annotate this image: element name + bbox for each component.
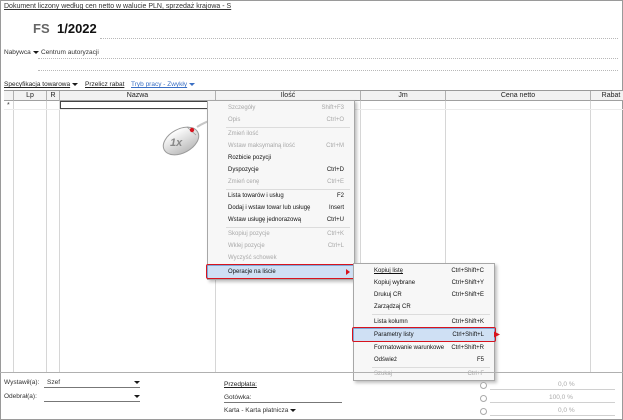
grid-col-line	[14, 101, 47, 372]
grid-col-line	[4, 101, 14, 372]
col-cena-netto[interactable]: Cena netto	[446, 91, 591, 101]
col-rabat[interactable]: Rabat	[591, 91, 623, 101]
highlight-frame-list-operations	[206, 264, 356, 279]
submenu-item-conditional-formatting[interactable]: Formatowanie warunkowe Ctrl+Shift+R	[354, 342, 494, 354]
cash-label: Gotówka:	[224, 394, 252, 401]
menu-item-add-insert-product[interactable]: Dodaj i wstaw towar lub usługę Insert	[208, 202, 354, 214]
footer-separator	[0, 372, 623, 373]
recalc-discount-link[interactable]: Przelicz rabat	[85, 81, 124, 88]
prepayment-field	[490, 389, 615, 390]
menu-item-max-quantity[interactable]: Wstaw maksymalną ilość Ctrl+M	[208, 140, 354, 152]
submenu-item-manage-cr[interactable]: Zarządzaj CR	[354, 301, 494, 313]
cash-field	[224, 402, 342, 403]
context-menu[interactable]: Szczegóły Shift+F3 Opis Ctrl+O Zmień ilość…	[207, 100, 355, 280]
issued-by-value[interactable]: Szef	[47, 379, 60, 386]
buyer-value[interactable]: Centrum autoryzacji	[41, 49, 99, 56]
list-operations-submenu[interactable]: Kopiuj listę Ctrl+Shift+C Kopiuj wybrane C…	[353, 263, 495, 381]
menu-item-products-list[interactable]: Lista towarów i usług F2	[208, 190, 354, 202]
mouse-click-count: 1x	[170, 137, 183, 149]
col-r[interactable]: R	[47, 91, 60, 101]
cash-percent: 100,0 %	[549, 394, 573, 401]
card-percent: 0,0 %	[558, 407, 575, 414]
prepayment-label[interactable]: Przedpłata:	[224, 381, 257, 388]
buyer-line1	[38, 58, 618, 59]
buyer-label[interactable]: Nabywca	[4, 49, 39, 56]
menu-item-details[interactable]: Szczegóły Shift+F3	[208, 102, 354, 114]
received-by-dropdown-icon[interactable]	[134, 395, 140, 398]
card-radio[interactable]	[480, 408, 487, 415]
buyer-line2	[38, 70, 618, 71]
submenu-item-print-cr[interactable]: Drukuj CR Ctrl+Shift+E	[354, 289, 494, 301]
document-type: FS	[33, 21, 50, 36]
menu-item-description[interactable]: Opis Ctrl+O	[208, 114, 354, 126]
new-row-marker: *	[7, 102, 10, 109]
work-mode-dropdown[interactable]: Tryb pracy - Zwykły	[131, 81, 196, 88]
menu-item-clear-clipboard[interactable]: Wyczyść schowek	[208, 252, 354, 264]
menu-separator	[372, 314, 490, 315]
cash-radio[interactable]	[480, 395, 487, 402]
col-lp[interactable]: Lp	[14, 91, 47, 101]
col-nazwa[interactable]: Nazwa	[60, 91, 216, 101]
prepayment-percent: 0,0 %	[558, 381, 575, 388]
submenu-item-search[interactable]: Szukaj Ctrl+F	[354, 368, 494, 380]
document-info-link[interactable]: Dokument liczony według cen netto w walu…	[4, 3, 231, 10]
menu-item-change-price[interactable]: Zmień cenę Ctrl+E	[208, 176, 354, 188]
menu-item-copy-positions[interactable]: Skopiuj pozycje Ctrl+K	[208, 228, 354, 240]
prepayment-radio[interactable]	[480, 382, 487, 389]
col-marker	[4, 91, 14, 101]
col-jm[interactable]: Jm	[361, 91, 446, 101]
highlight-frame-list-parameters	[352, 327, 496, 342]
nazwa-active-cell[interactable]	[60, 101, 215, 109]
number-underline	[100, 38, 618, 39]
received-by-field[interactable]	[44, 401, 140, 402]
menu-item-dispositions[interactable]: Dyspozycje Ctrl+D	[208, 164, 354, 176]
cash-field-right	[490, 402, 615, 403]
submenu-item-refresh[interactable]: Odśwież F5	[354, 354, 494, 366]
issued-by-label: Wystawił(a):	[4, 379, 40, 386]
issued-by-dropdown-icon[interactable]	[134, 381, 140, 384]
menu-item-split-position[interactable]: Rozbicie pozycji	[208, 152, 354, 164]
card-dropdown[interactable]: Karta - Karta płatnicza	[224, 407, 297, 414]
spec-dropdown[interactable]: Specyfikacja towarowa	[4, 81, 79, 88]
grid-col-line	[47, 101, 60, 372]
document-number: 1/2022	[57, 21, 97, 36]
menu-item-paste-positions[interactable]: Wklej pozycje Ctrl+L	[208, 240, 354, 252]
menu-item-change-quantity[interactable]: Zmień ilość	[208, 128, 354, 140]
submenu-item-copy-selected[interactable]: Kopiuj wybrane Ctrl+Shift+Y	[354, 277, 494, 289]
card-field-right	[490, 415, 615, 416]
connector-arrow-icon	[494, 331, 500, 338]
received-by-label: Odebrał(a):	[4, 393, 37, 400]
issued-by-field[interactable]	[44, 387, 140, 388]
menu-item-one-time-service[interactable]: Wstaw usługę jednorazową Ctrl+U	[208, 214, 354, 226]
submenu-item-copy-list[interactable]: Kopiuj listę Ctrl+Shift+C	[354, 265, 494, 277]
